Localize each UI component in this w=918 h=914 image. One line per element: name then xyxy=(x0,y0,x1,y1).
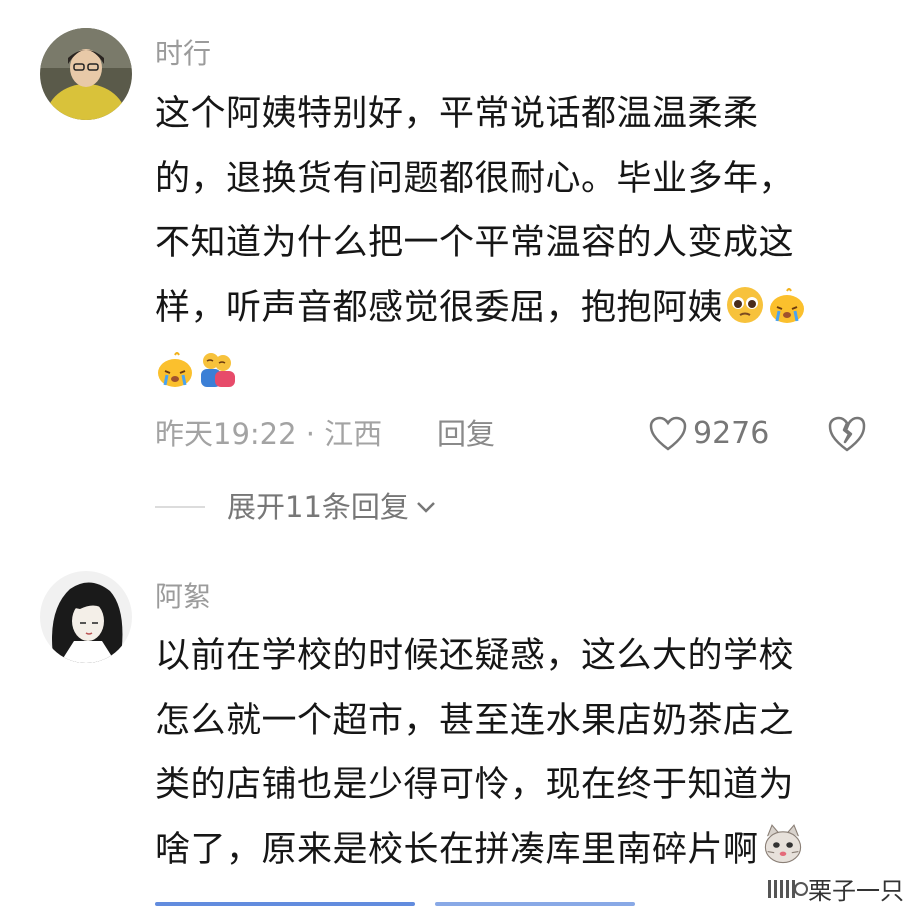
comment-text: 这个阿姨特别好，平常说话都温温柔柔 的，退换货有问题都很耐心。毕业多年， 不知道… xyxy=(155,82,875,405)
reply-button[interactable]: 回复 xyxy=(437,414,495,454)
comment-line xyxy=(155,340,875,405)
username[interactable]: 时行 xyxy=(155,36,211,72)
timestamp-location: 昨天19:22 · 江西 xyxy=(155,417,383,451)
crying-chick-emoji xyxy=(770,287,805,323)
crying-chick-emoji xyxy=(158,352,192,387)
comment-text: 以前在学校的时候还疑惑，这么大的学校 怎么就一个超市，甚至连水果店奶茶店之 类的… xyxy=(155,624,875,882)
expand-replies-label: 展开11条回复 xyxy=(227,490,409,524)
watermark: 栗子一只 xyxy=(768,871,904,906)
broken-heart-icon[interactable] xyxy=(827,414,867,454)
chevron-down-icon xyxy=(417,502,435,513)
comment-line: 类的店铺也是少得可怜，现在终于知道为 xyxy=(155,765,795,805)
divider xyxy=(155,506,205,508)
comment-meta: 昨天19:22 · 江西 回复 9276 xyxy=(155,412,885,456)
cat-face-emoji xyxy=(764,823,801,863)
comment-line: 的，退换货有问题都很耐心。毕业多年， xyxy=(155,158,795,199)
weibo-logo-icon xyxy=(768,879,808,898)
like-button[interactable]: 9276 xyxy=(649,412,769,456)
comment-line-text: 样，听声音都感觉很委屈，抱抱阿姨 xyxy=(155,287,724,328)
hugging-people-emoji xyxy=(201,353,235,387)
comment-line: 不知道为什么把一个平常温容的人变成这 xyxy=(155,223,795,263)
username[interactable]: 阿絮 xyxy=(155,579,211,615)
like-count: 9276 xyxy=(693,416,770,451)
comment-line: 样，听声音都感觉很委屈，抱抱阿姨 xyxy=(155,276,875,341)
watermark-text: 栗子一只 xyxy=(808,877,904,905)
comment-line: 怎么就一个超市，甚至连水果店奶茶店之 xyxy=(155,700,795,741)
avatar[interactable] xyxy=(40,28,132,120)
heart-icon xyxy=(649,416,687,451)
comment-line: 这个阿姨特别好，平常说话都温温柔柔 xyxy=(155,94,759,134)
expand-replies-button[interactable]: 展开11条回复 xyxy=(155,484,439,530)
cutoff-line xyxy=(155,896,755,914)
avatar[interactable] xyxy=(40,571,132,663)
comment-line-text: 啥了，原来是校长在拼凑库里南碎片啊 xyxy=(155,829,759,870)
comment-line: 以前在学校的时候还疑惑，这么大的学校 xyxy=(155,636,795,676)
comment-line: 啥了，原来是校长在拼凑库里南碎片啊 xyxy=(155,818,875,883)
pleading-face-emoji xyxy=(727,286,764,323)
